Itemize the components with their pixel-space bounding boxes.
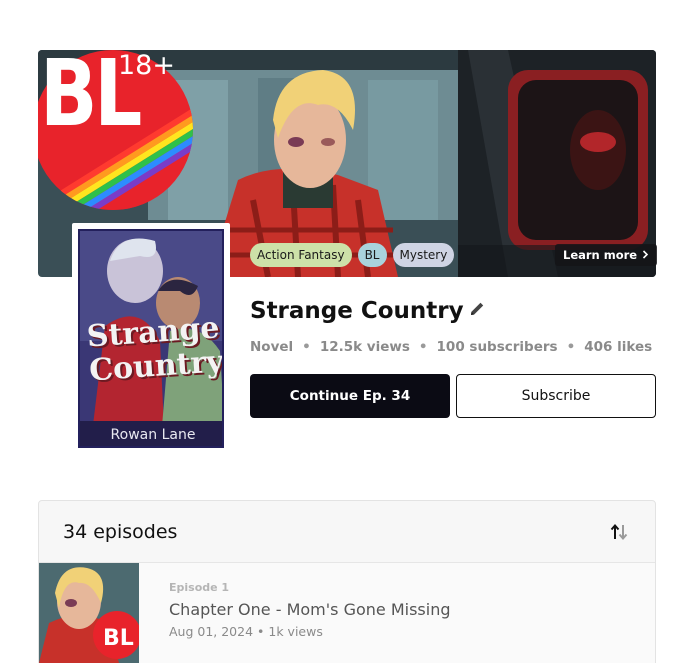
separator: •	[566, 339, 576, 355]
genre-tags: Action Fantasy BL Mystery	[250, 243, 455, 267]
episode-list-header: 34 episodes	[39, 501, 655, 563]
episode-info: Episode 1 Chapter One - Mom's Gone Missi…	[139, 563, 451, 663]
episode-count: 34 episodes	[63, 520, 178, 543]
episode-views: 1k views	[268, 624, 323, 639]
cover-author-art: Rowan Lane	[110, 427, 196, 443]
continue-reading-button[interactable]: Continue Ep. 34	[250, 374, 450, 418]
likes-count: 406 likes	[584, 339, 653, 355]
episode-list: 34 episodes BL Episode 1 Chapter One - M…	[38, 500, 656, 663]
genre-tag[interactable]: Mystery	[392, 243, 455, 267]
subscribe-button[interactable]: Subscribe	[456, 374, 656, 418]
chevron-right-icon	[642, 244, 649, 266]
title-row: Strange Country	[250, 298, 486, 324]
series-title: Strange Country	[250, 298, 464, 324]
separator: •	[257, 624, 269, 639]
episode-number: Episode 1	[169, 581, 230, 594]
views-count: 12.5k views	[319, 339, 410, 355]
genre-tag[interactable]: Action Fantasy	[250, 243, 352, 267]
episode-row[interactable]: BL Episode 1 Chapter One - Mom's Gone Mi…	[39, 563, 655, 663]
series-stats: Novel • 12.5k views • 100 subscribers • …	[250, 339, 652, 355]
sort-icon[interactable]	[607, 520, 631, 544]
episode-meta: Aug 01, 2024 • 1k views	[169, 624, 451, 639]
pencil-icon[interactable]	[468, 300, 486, 323]
separator: •	[302, 339, 311, 355]
age-rating-text: 18+	[118, 50, 175, 81]
series-type: Novel	[250, 339, 294, 355]
cover-title-art: Strange Country	[85, 310, 224, 389]
separator: •	[418, 339, 428, 355]
learn-more-button[interactable]: Learn more	[555, 244, 658, 266]
svg-text:BL: BL	[103, 626, 134, 651]
genre-tag[interactable]: BL	[357, 243, 387, 267]
series-cover-image[interactable]: Strange Country Rowan Lane	[78, 229, 224, 448]
episode-title[interactable]: Chapter One - Mom's Gone Missing	[169, 600, 451, 619]
episode-date: Aug 01, 2024	[169, 624, 254, 639]
learn-more-label: Learn more	[563, 248, 638, 262]
episode-thumbnail[interactable]: BL	[39, 563, 139, 663]
subscribers-count: 100 subscribers	[436, 339, 558, 355]
